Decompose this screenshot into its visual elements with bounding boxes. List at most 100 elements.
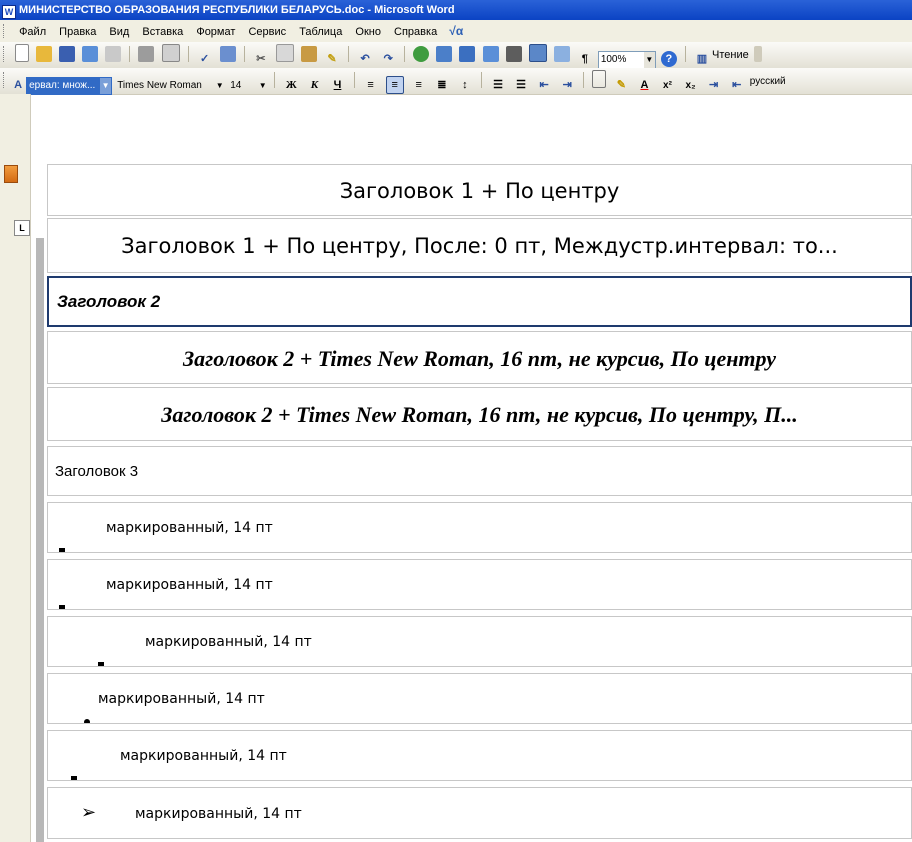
decrease-indent-icon[interactable]: ⇤: [536, 77, 552, 93]
menu-edit[interactable]: Правка: [54, 21, 101, 43]
chevron-down-icon[interactable]: ▼: [214, 78, 225, 94]
menu-file[interactable]: Файл: [14, 21, 51, 43]
justify-icon[interactable]: ≣: [434, 77, 450, 93]
toolbar-grip[interactable]: [3, 72, 7, 88]
font-combo[interactable]: Times New Roman ▼: [115, 78, 225, 94]
paste-icon[interactable]: [300, 46, 317, 62]
italic-button[interactable]: К: [306, 77, 322, 93]
reading-icon[interactable]: ▥: [694, 51, 710, 67]
tables-borders-icon[interactable]: [436, 46, 453, 62]
new-document-icon[interactable]: [15, 44, 30, 62]
numbering-icon[interactable]: ☰: [490, 77, 506, 93]
email-icon[interactable]: [105, 46, 122, 62]
font-combo-value: Times New Roman: [117, 80, 202, 91]
font-color-icon[interactable]: A: [636, 77, 652, 93]
style-item-label: маркированный, 14 пт: [135, 806, 302, 822]
increase-indent-icon[interactable]: ⇥: [559, 77, 575, 93]
style-item[interactable]: маркированный, 14 пт: [47, 616, 912, 667]
style-item[interactable]: Заголовок 2 + Times New Roman, 16 пт, не…: [47, 387, 912, 441]
menu-grip[interactable]: [3, 24, 7, 38]
menu-view[interactable]: Вид: [104, 21, 134, 43]
title-bar[interactable]: W МИНИСТЕРСТВО ОБРАЗОВАНИЯ РЕСПУБЛИКИ БЕЛ…: [0, 0, 912, 20]
style-item[interactable]: маркированный, 14 пт: [47, 673, 912, 724]
research-icon[interactable]: [219, 46, 236, 62]
drawing-icon[interactable]: [528, 44, 547, 62]
formatting-toolbar: A ервал: множ... ▼ Times New Roman ▼ 14 ▼ Ж…: [0, 68, 912, 95]
decrease-indent-icon-2[interactable]: ⇤: [729, 77, 745, 93]
tab-stop-icon[interactable]: L: [14, 220, 30, 236]
style-item[interactable]: маркированный, 14 пт: [47, 502, 912, 553]
style-item[interactable]: ➢ маркированный, 14 пт: [47, 787, 912, 839]
align-right-icon[interactable]: ≡: [411, 77, 427, 93]
superscript-icon[interactable]: x²: [660, 78, 676, 94]
align-center-icon[interactable]: ≡: [385, 76, 404, 94]
style-item[interactable]: Заголовок 3: [47, 446, 912, 496]
style-combo[interactable]: ервал: множ... ▼: [26, 77, 113, 95]
line-spacing-icon[interactable]: ↕: [457, 77, 473, 93]
style-item-label: маркированный, 14 пт: [106, 520, 273, 536]
separator: [274, 72, 276, 88]
show-hide-icon[interactable]: ¶: [577, 51, 593, 67]
styles-pane-icon[interactable]: A: [13, 77, 23, 93]
reading-button-label[interactable]: Чтение: [712, 42, 749, 68]
menu-table[interactable]: Таблица: [294, 21, 347, 43]
cut-icon[interactable]: ✂: [253, 51, 269, 67]
style-item-label: Заголовок 1 + По центру, После: 0 пт, Ме…: [121, 234, 838, 258]
word-window: W МИНИСТЕРСТВО ОБРАЗОВАНИЯ РЕСПУБЛИКИ БЕЛ…: [0, 0, 912, 842]
style-item[interactable]: маркированный, 14 пт: [47, 559, 912, 610]
chevron-down-icon[interactable]: ▼: [257, 78, 268, 94]
word-app-icon[interactable]: W: [2, 5, 16, 19]
chevron-down-icon[interactable]: ▼: [100, 78, 112, 94]
style-item[interactable]: Заголовок 1 + По центру, После: 0 пт, Ме…: [47, 218, 912, 273]
redo-icon[interactable]: ↷: [380, 51, 396, 67]
open-folder-icon[interactable]: [36, 46, 53, 62]
style-item[interactable]: Заголовок 1 + По центру: [47, 164, 912, 216]
square-bullet-icon: [59, 525, 65, 552]
language-label[interactable]: русский: [750, 69, 786, 95]
insert-excel-icon[interactable]: [482, 46, 499, 62]
equation-icon[interactable]: √α: [445, 24, 467, 38]
square-bullet-icon: [59, 582, 65, 609]
align-left-icon[interactable]: ≡: [363, 77, 379, 93]
styles-book-icon[interactable]: [4, 165, 18, 183]
permission-icon[interactable]: [82, 46, 99, 62]
spelling-icon[interactable]: ✓: [197, 51, 213, 67]
insert-table-icon[interactable]: [459, 46, 476, 62]
columns-icon[interactable]: [505, 46, 522, 62]
document-map-icon[interactable]: [553, 46, 570, 62]
undo-icon[interactable]: ↶: [357, 51, 373, 67]
underline-button[interactable]: Ч: [330, 77, 346, 93]
menu-help[interactable]: Справка: [389, 21, 442, 43]
print-preview-icon[interactable]: [161, 44, 180, 62]
format-painter-icon[interactable]: ✎: [324, 51, 340, 67]
menu-format[interactable]: Формат: [191, 21, 240, 43]
help-icon[interactable]: ?: [660, 51, 677, 67]
hyperlink-icon[interactable]: [413, 46, 430, 62]
menu-tools[interactable]: Сервис: [243, 21, 291, 43]
separator: [684, 46, 686, 62]
copy-icon[interactable]: [275, 44, 294, 62]
style-item-selected[interactable]: Заголовок 2: [47, 276, 912, 327]
bullets-icon[interactable]: ☰: [513, 77, 529, 93]
style-item[interactable]: маркированный, 14 пт: [47, 730, 912, 781]
style-item-label: Заголовок 2: [57, 292, 161, 311]
separator: [480, 72, 482, 88]
menu-insert[interactable]: Вставка: [137, 21, 188, 43]
toolbar-grip[interactable]: [3, 46, 7, 62]
increase-indent-icon-2[interactable]: ⇥: [706, 77, 722, 93]
size-combo[interactable]: 14 ▼: [228, 78, 268, 94]
chevron-down-icon[interactable]: ▼: [643, 52, 655, 68]
save-icon[interactable]: [59, 46, 76, 62]
style-item[interactable]: Заголовок 2 + Times New Roman, 16 пт, не…: [47, 331, 912, 384]
bold-button[interactable]: Ж: [283, 77, 299, 93]
borders-icon[interactable]: [592, 70, 607, 88]
menu-window[interactable]: Окно: [350, 21, 386, 43]
subscript-icon[interactable]: x₂: [683, 78, 699, 94]
zoom-combo[interactable]: 100% ▼: [597, 51, 656, 69]
toolbar-options-icon[interactable]: [753, 46, 762, 62]
separator: [187, 46, 189, 62]
print-icon[interactable]: [138, 46, 155, 62]
vertical-ruler[interactable]: [36, 238, 44, 842]
highlight-icon[interactable]: ✎: [613, 77, 629, 93]
square-bullet-icon: [71, 753, 77, 780]
